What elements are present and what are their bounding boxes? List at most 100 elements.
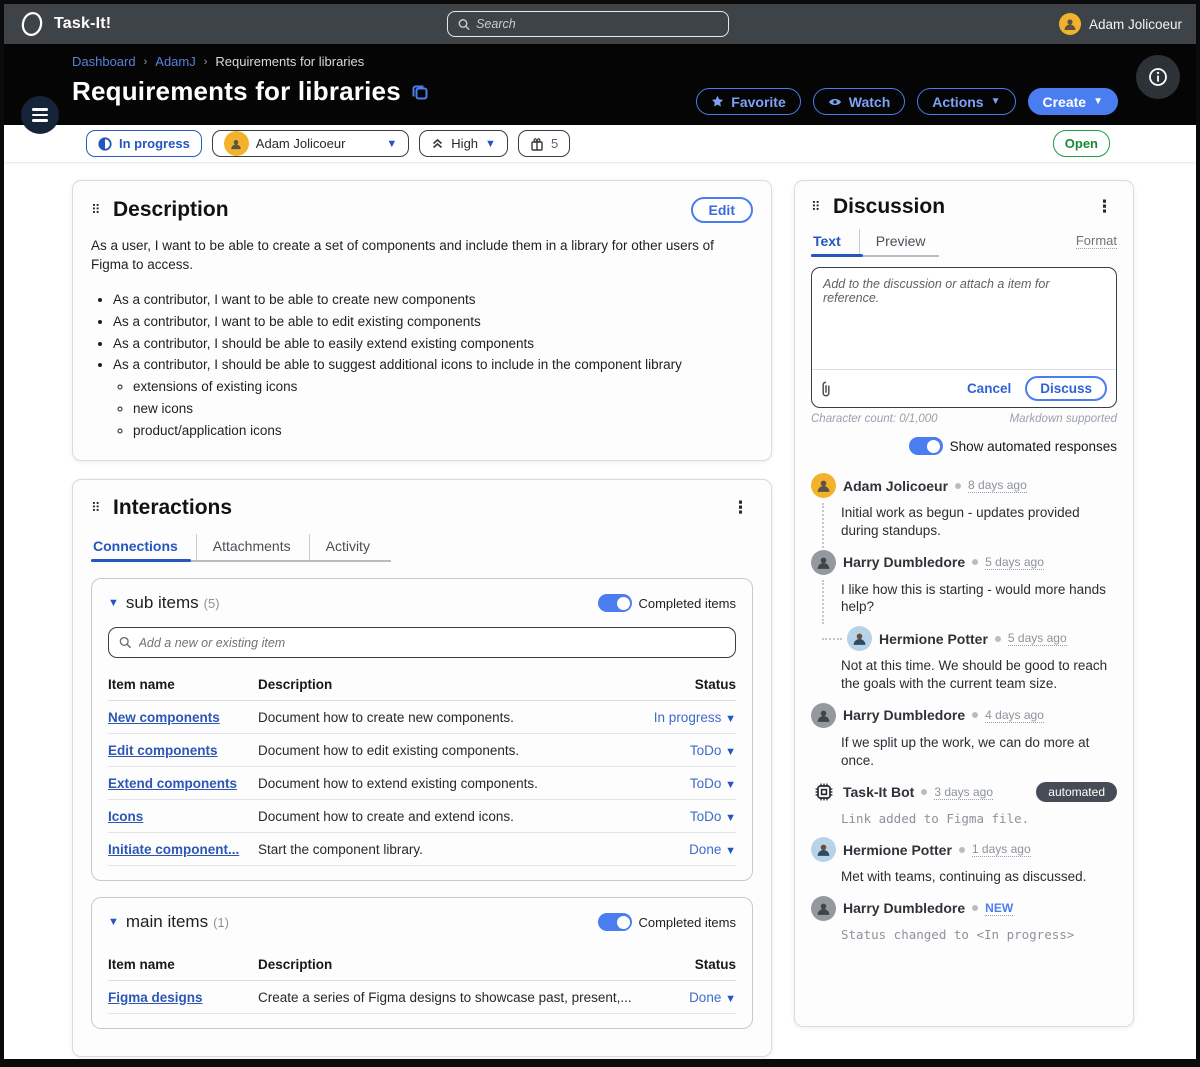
comment: Harry Dumbledore 4 days ago If we split … bbox=[811, 695, 1117, 772]
interactions-tabs: Connections Attachments Activity bbox=[91, 534, 753, 562]
breadcrumb-separator: › bbox=[204, 56, 208, 68]
user-menu[interactable]: Adam Jolicoeur bbox=[1059, 13, 1182, 35]
priority-dropdown[interactable]: High ▼ bbox=[419, 130, 508, 157]
item-link[interactable]: Initiate component... bbox=[108, 842, 239, 857]
comment-date[interactable]: 5 days ago bbox=[1008, 631, 1067, 646]
comment-body: Link added to Figma file. bbox=[841, 811, 1117, 828]
comment-date[interactable]: 1 days ago bbox=[972, 842, 1031, 857]
description-sub-bullet: extensions of existing icons bbox=[133, 378, 753, 397]
col-description: Description bbox=[258, 677, 624, 692]
item-link[interactable]: Extend components bbox=[108, 776, 237, 791]
add-item-input[interactable] bbox=[139, 636, 725, 650]
comment-author: Harry Dumbledore bbox=[843, 707, 965, 723]
favorite-button[interactable]: Favorite bbox=[696, 88, 800, 115]
copy-icon[interactable] bbox=[411, 83, 429, 101]
comment-body: Initial work as begun - updates provided… bbox=[841, 504, 1117, 540]
favorite-label: Favorite bbox=[731, 94, 785, 110]
add-item-search[interactable] bbox=[108, 627, 736, 658]
attachment-icon[interactable] bbox=[821, 381, 831, 397]
completed-items-label: Completed items bbox=[638, 915, 736, 930]
comment-date-new[interactable]: NEW bbox=[985, 901, 1013, 916]
points-chip[interactable]: 5 bbox=[518, 130, 570, 157]
create-button[interactable]: Create ▼ bbox=[1028, 88, 1119, 115]
kebab-menu-icon[interactable]: ⋮ bbox=[728, 498, 753, 518]
tab-attachments[interactable]: Attachments bbox=[196, 534, 309, 562]
item-status-dropdown[interactable]: Done ▼ bbox=[624, 842, 736, 857]
comment-body: I like how this is starting - would more… bbox=[841, 581, 1117, 617]
item-status-dropdown[interactable]: ToDo ▼ bbox=[624, 776, 736, 791]
item-status-dropdown[interactable]: ToDo ▼ bbox=[624, 743, 736, 758]
completed-items-label: Completed items bbox=[638, 596, 736, 611]
menu-button[interactable] bbox=[21, 96, 59, 134]
item-status-dropdown[interactable]: ToDo ▼ bbox=[624, 809, 736, 824]
comment-bot: Task-It Bot 3 days ago automated Link ad… bbox=[811, 772, 1117, 830]
app-logo[interactable]: Task-It! bbox=[20, 11, 111, 37]
description-bullet: As a contributor, I want to be able to e… bbox=[113, 313, 753, 332]
actions-label: Actions bbox=[932, 94, 983, 110]
description-title: Description bbox=[113, 198, 229, 222]
comment-composer: Cancel Discuss bbox=[811, 267, 1117, 408]
search-input[interactable] bbox=[476, 17, 718, 31]
kebab-menu-icon[interactable]: ⋮ bbox=[1092, 197, 1117, 217]
comment-date[interactable]: 5 days ago bbox=[985, 555, 1044, 570]
create-label: Create bbox=[1043, 94, 1087, 110]
table-row: New components Document how to create ne… bbox=[108, 701, 736, 734]
open-state-badge[interactable]: Open bbox=[1053, 130, 1110, 157]
assignee-avatar bbox=[224, 131, 249, 156]
assignee-label: Adam Jolicoeur bbox=[256, 136, 380, 151]
item-status-dropdown[interactable]: In progress ▼ bbox=[624, 710, 736, 725]
watch-button[interactable]: Watch bbox=[813, 88, 905, 115]
comment: Harry Dumbledore NEW Status changed to <… bbox=[811, 888, 1117, 946]
app-window: Task-It! Adam Jolicoeur Dashboard › Adam… bbox=[0, 0, 1200, 1067]
item-link[interactable]: Icons bbox=[108, 809, 143, 824]
assignee-dropdown[interactable]: Adam Jolicoeur ▼ bbox=[212, 130, 410, 157]
cancel-button[interactable]: Cancel bbox=[967, 381, 1011, 396]
item-link[interactable]: Edit components bbox=[108, 743, 218, 758]
description-intro: As a user, I want to be able to create a… bbox=[91, 237, 753, 275]
comment-author: Hermione Potter bbox=[879, 631, 988, 647]
item-link[interactable]: New components bbox=[108, 710, 220, 725]
tab-activity[interactable]: Activity bbox=[309, 534, 388, 562]
collapse-icon[interactable]: ▼ bbox=[108, 597, 119, 609]
completed-items-toggle[interactable] bbox=[598, 594, 632, 612]
drag-handle-icon[interactable]: ⠿ bbox=[91, 503, 103, 513]
show-automated-toggle[interactable] bbox=[909, 437, 943, 455]
item-status-dropdown[interactable]: Done ▼ bbox=[658, 990, 736, 1005]
tab-connections[interactable]: Connections bbox=[91, 534, 196, 562]
sub-items-table: Item name Description Status New compone… bbox=[108, 668, 736, 866]
discuss-button[interactable]: Discuss bbox=[1025, 376, 1107, 401]
comment-date[interactable]: 3 days ago bbox=[934, 785, 993, 800]
drag-handle-icon[interactable]: ⠿ bbox=[811, 202, 823, 212]
interactions-title: Interactions bbox=[113, 496, 232, 520]
tab-preview[interactable]: Preview bbox=[859, 229, 944, 257]
comment-date[interactable]: 8 days ago bbox=[968, 478, 1027, 493]
open-label: Open bbox=[1065, 136, 1098, 151]
comment-date[interactable]: 4 days ago bbox=[985, 708, 1044, 723]
item-description: Start the component library. bbox=[258, 842, 624, 857]
item-description: Create a series of Figma designs to show… bbox=[258, 990, 658, 1005]
character-count: Character count: 0/1,000 bbox=[811, 413, 938, 425]
sub-items-count: (5) bbox=[204, 596, 220, 611]
show-automated-label: Show automated responses bbox=[950, 439, 1117, 454]
edit-button[interactable]: Edit bbox=[691, 197, 753, 223]
item-link[interactable]: Figma designs bbox=[108, 990, 203, 1005]
breadcrumb-dashboard[interactable]: Dashboard bbox=[72, 54, 136, 69]
completed-items-toggle[interactable] bbox=[598, 913, 632, 931]
format-link[interactable]: Format bbox=[1076, 233, 1117, 249]
gift-icon bbox=[530, 137, 544, 151]
avatar bbox=[811, 896, 836, 921]
collapse-icon[interactable]: ▼ bbox=[108, 916, 119, 928]
main-items-count: (1) bbox=[213, 915, 229, 930]
description-sub-bullet: product/application icons bbox=[133, 422, 753, 441]
col-status: Status bbox=[624, 957, 736, 972]
drag-handle-icon[interactable]: ⠿ bbox=[91, 205, 103, 215]
global-search[interactable] bbox=[447, 11, 729, 37]
avatar bbox=[811, 837, 836, 862]
info-button[interactable] bbox=[1136, 55, 1180, 99]
comment-input[interactable] bbox=[812, 268, 1116, 364]
user-name: Adam Jolicoeur bbox=[1089, 17, 1182, 32]
actions-button[interactable]: Actions ▼ bbox=[917, 88, 1015, 115]
tab-text[interactable]: Text bbox=[811, 229, 859, 257]
status-chip[interactable]: In progress bbox=[86, 130, 202, 157]
breadcrumb-adamj[interactable]: AdamJ bbox=[155, 54, 195, 69]
